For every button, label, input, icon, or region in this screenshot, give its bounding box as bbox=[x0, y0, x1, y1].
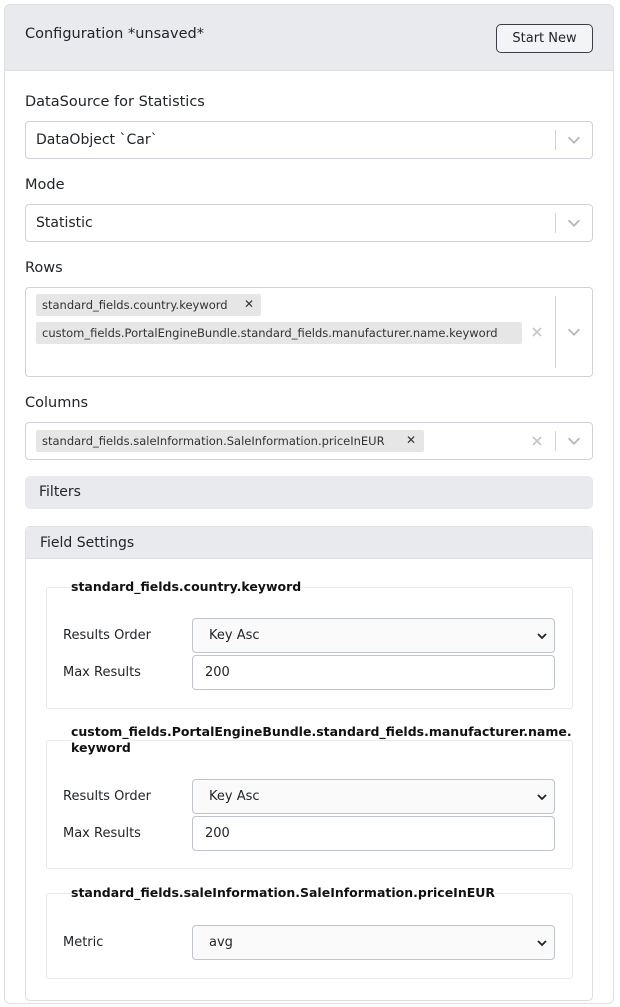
max-results-value: 200 bbox=[205, 826, 230, 841]
tag-remove-icon[interactable]: ✕ bbox=[244, 297, 254, 311]
field-group-title: standard_fields.country.keyword bbox=[71, 579, 302, 595]
field-group-title: custom_fields.PortalEngineBundle.standar… bbox=[71, 724, 572, 740]
filters-section-header[interactable]: Filters bbox=[25, 476, 593, 509]
rows-tag: standard_fields.country.keyword ✕ bbox=[36, 294, 261, 316]
columns-multiselect[interactable]: standard_fields.saleInformation.SaleInfo… bbox=[25, 422, 593, 460]
max-results-input[interactable]: 200 bbox=[192, 816, 555, 851]
rows-tag-label: custom_fields.PortalEngineBundle.standar… bbox=[42, 326, 498, 340]
chevron-down-icon[interactable] bbox=[565, 214, 583, 232]
chevron-down-icon bbox=[537, 633, 547, 640]
rows-label: Rows bbox=[25, 260, 63, 276]
tag-remove-icon[interactable]: ✕ bbox=[406, 433, 416, 447]
panel-header: Configuration *unsaved* Start New bbox=[5, 5, 613, 71]
select-separator bbox=[555, 130, 556, 150]
metric-value: avg bbox=[209, 935, 233, 950]
field-settings-section: Field Settings standard_fields.country.k… bbox=[25, 526, 593, 1001]
datasource-value: DataObject `Car` bbox=[36, 132, 158, 148]
chevron-down-icon[interactable] bbox=[565, 323, 583, 341]
results-order-value: Key Asc bbox=[209, 789, 260, 804]
metric-select[interactable]: avg bbox=[192, 925, 555, 960]
max-results-label: Max Results bbox=[63, 826, 141, 841]
field-group-title: standard_fields.saleInformation.SaleInfo… bbox=[71, 885, 496, 901]
chevron-down-icon[interactable] bbox=[565, 432, 583, 450]
columns-tag: standard_fields.saleInformation.SaleInfo… bbox=[36, 430, 424, 452]
columns-label: Columns bbox=[25, 395, 89, 411]
rows-tag-label: standard_fields.country.keyword bbox=[42, 298, 228, 312]
clear-x-icon[interactable] bbox=[530, 434, 544, 448]
datasource-select[interactable]: DataObject `Car` bbox=[25, 121, 593, 159]
results-order-select[interactable]: Key Asc bbox=[192, 618, 555, 653]
start-new-button[interactable]: Start New bbox=[496, 24, 593, 53]
rows-multiselect[interactable]: standard_fields.country.keyword ✕ custom… bbox=[25, 287, 593, 377]
clear-x-icon[interactable] bbox=[530, 325, 544, 339]
chevron-down-icon[interactable] bbox=[565, 131, 583, 149]
results-order-value: Key Asc bbox=[209, 628, 260, 643]
select-separator bbox=[555, 213, 556, 233]
metric-label: Metric bbox=[63, 935, 104, 950]
max-results-label: Max Results bbox=[63, 665, 141, 680]
results-order-label: Results Order bbox=[63, 789, 152, 804]
mode-select[interactable]: Statistic bbox=[25, 204, 593, 242]
results-order-label: Results Order bbox=[63, 628, 152, 643]
field-settings-header[interactable]: Field Settings bbox=[26, 527, 592, 559]
filters-label: Filters bbox=[39, 484, 81, 500]
select-separator bbox=[555, 296, 556, 368]
field-group-title-continued: keyword bbox=[71, 740, 131, 756]
mode-value: Statistic bbox=[36, 215, 93, 231]
max-results-input[interactable]: 200 bbox=[192, 655, 555, 690]
configuration-panel: Configuration *unsaved* Start New DataSo… bbox=[4, 4, 614, 1004]
max-results-value: 200 bbox=[205, 665, 230, 680]
panel-title: Configuration *unsaved* bbox=[25, 26, 204, 42]
rows-tag: custom_fields.PortalEngineBundle.standar… bbox=[36, 322, 522, 344]
chevron-down-icon bbox=[537, 940, 547, 947]
chevron-down-icon bbox=[537, 794, 547, 801]
mode-label: Mode bbox=[25, 177, 65, 193]
field-settings-label: Field Settings bbox=[40, 535, 135, 551]
datasource-label: DataSource for Statistics bbox=[25, 94, 205, 110]
select-separator bbox=[555, 431, 556, 451]
results-order-select[interactable]: Key Asc bbox=[192, 779, 555, 814]
columns-tag-label: standard_fields.saleInformation.SaleInfo… bbox=[42, 434, 385, 448]
